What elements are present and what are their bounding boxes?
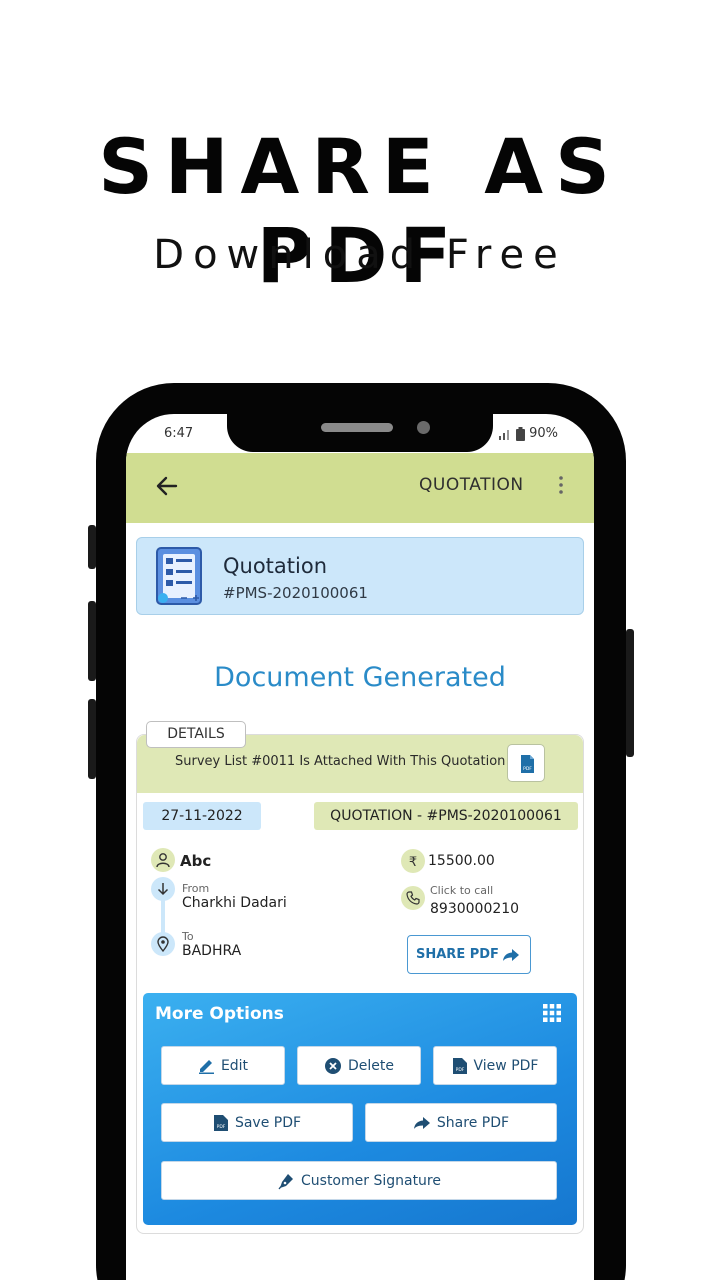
customer-signature-label: Customer Signature	[301, 1172, 441, 1189]
share-pdf-button[interactable]: SHARE PDF	[407, 935, 531, 974]
close-circle-icon	[325, 1057, 341, 1074]
quotation-title: Quotation	[223, 554, 328, 578]
svg-text:PDF: PDF	[523, 766, 532, 772]
to-label: To	[182, 930, 194, 943]
quotation-number-chip: QUOTATION - #PMS-2020100061	[314, 802, 578, 830]
save-pdf-button[interactable]: PDF Save PDF	[161, 1103, 353, 1142]
rupee-icon: ₹	[401, 849, 425, 873]
status-time: 6:47	[164, 426, 194, 441]
share-pdf-option-button[interactable]: Share PDF	[365, 1103, 557, 1142]
view-pdf-label: View PDF	[473, 1057, 539, 1074]
view-pdf-button[interactable]: PDF View PDF	[433, 1046, 557, 1085]
phone-screen: 6:47 90% QUOTATION Quotation #PMS-202010…	[126, 414, 594, 1280]
save-pdf-label: Save PDF	[234, 1114, 302, 1131]
person-icon	[151, 848, 175, 872]
phone-notch	[227, 410, 493, 452]
hero-subtitle: Download Free	[153, 232, 567, 278]
customer-signature-button[interactable]: Customer Signature	[161, 1161, 557, 1200]
pencil-icon	[198, 1060, 214, 1074]
more-options-title: More Options	[155, 1004, 284, 1024]
share-arrow-icon	[413, 1116, 430, 1129]
svg-text:PDF: PDF	[455, 1067, 464, 1073]
quotation-header-card: Quotation #PMS-2020100061	[136, 537, 584, 615]
delete-label: Delete	[348, 1057, 394, 1074]
share-arrow-icon	[503, 949, 519, 961]
pen-nib-icon	[278, 1173, 293, 1189]
click-to-call-label: Click to call	[430, 884, 494, 897]
app-bar-title: QUOTATION	[419, 475, 524, 495]
from-city: Charkhi Dadari	[182, 895, 287, 911]
quotation-list-icon	[156, 547, 202, 605]
date-chip: 27-11-2022	[143, 802, 261, 830]
share-pdf-option-label: Share PDF	[436, 1114, 510, 1131]
signal-icon	[499, 429, 510, 440]
phone-number[interactable]: 8930000210	[430, 901, 519, 917]
app-bar: QUOTATION	[126, 453, 594, 523]
pdf-file-icon: PDF	[521, 755, 534, 773]
location-pin-icon	[151, 932, 175, 956]
quotation-id: #PMS-2020100061	[223, 584, 368, 602]
survey-pdf-button[interactable]: PDF	[507, 744, 545, 782]
details-tab: DETAILS	[146, 721, 246, 748]
svg-text:PDF: PDF	[217, 1124, 226, 1130]
to-city: BADHRA	[182, 943, 242, 959]
pdf-file-icon: PDF	[452, 1057, 467, 1074]
battery-level: 90%	[529, 426, 558, 441]
phone-icon[interactable]	[401, 886, 425, 910]
pdf-file-icon: PDF	[213, 1114, 228, 1131]
document-generated-heading: Document Generated	[214, 662, 506, 693]
share-pdf-label: SHARE PDF	[416, 947, 499, 962]
svg-text:₹: ₹	[409, 855, 417, 869]
from-label: From	[182, 882, 210, 895]
status-icons: 90%	[498, 426, 558, 441]
delete-button[interactable]: Delete	[297, 1046, 421, 1085]
quotation-amount: 15500.00	[428, 853, 495, 869]
back-arrow-icon[interactable]	[154, 473, 180, 499]
grid-icon[interactable]	[543, 1004, 561, 1022]
more-vert-icon[interactable]	[558, 475, 564, 495]
edit-label: Edit	[220, 1057, 249, 1074]
more-options-panel: More Options Edit Delete PDF View PDF PD…	[143, 993, 577, 1225]
edit-button[interactable]: Edit	[161, 1046, 285, 1085]
details-card: Survey List #0011 Is Attached With This …	[136, 734, 584, 1234]
arrow-down-icon	[151, 877, 175, 901]
battery-icon	[516, 426, 526, 441]
customer-name: Abc	[180, 852, 212, 870]
survey-attached-text: Survey List #0011 Is Attached With This …	[175, 754, 506, 769]
